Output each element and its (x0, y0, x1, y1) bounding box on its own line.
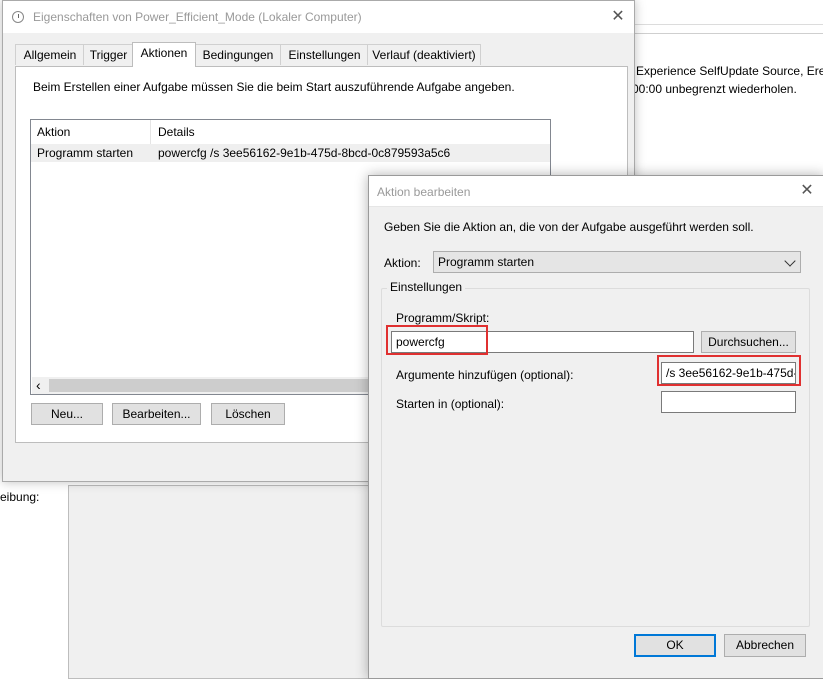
edit-dialog-title: Aktion bearbeiten (377, 185, 471, 199)
background-separator (633, 33, 823, 34)
start-in-label: Starten in (optional): (396, 397, 505, 411)
close-icon[interactable]: ✕ (799, 183, 815, 199)
title-bar: Eigenschaften von Power_Efficient_Mode (… (3, 1, 634, 33)
row-action-cell: Programm starten (37, 146, 134, 160)
tab-settings[interactable]: Einstellungen (280, 44, 369, 65)
start-in-input[interactable] (661, 391, 796, 413)
row-details-cell: powercfg /s 3ee56162-9e1b-475d-8bcd-0c87… (158, 146, 451, 160)
browse-button[interactable]: Durchsuchen... (701, 331, 796, 353)
background-text-line-2: 00:00 unbegrenzt wiederholen. (632, 82, 797, 96)
tab-conditions[interactable]: Bedingungen (194, 44, 282, 65)
delete-button[interactable]: Löschen (211, 403, 285, 425)
scroll-left-arrow-icon[interactable]: ‹ (36, 377, 41, 394)
edit-button[interactable]: Bearbeiten... (112, 403, 201, 425)
column-header-details[interactable]: Details (152, 120, 550, 144)
ok-button[interactable]: OK (634, 634, 716, 657)
action-label: Aktion: (384, 256, 421, 270)
cancel-button[interactable]: Abbrechen (724, 634, 806, 657)
close-icon[interactable]: ✕ (610, 9, 626, 25)
actions-instruction: Beim Erstellen einer Aufgabe müssen Sie … (33, 80, 515, 94)
background-text-line-1: Experience SelfUpdate Source, Ereig (636, 64, 823, 78)
edit-instruction: Geben Sie die Aktion an, die von der Auf… (384, 220, 754, 234)
tab-trigger[interactable]: Trigger (83, 44, 134, 65)
new-button[interactable]: Neu... (31, 403, 103, 425)
background-title-bar (633, 0, 823, 25)
description-label: eibung: (0, 490, 40, 504)
arguments-highlight-box (657, 355, 801, 386)
dialog-title: Eigenschaften von Power_Efficient_Mode (… (33, 10, 362, 24)
scrollbar-thumb[interactable] (49, 379, 369, 392)
action-select[interactable]: Programm starten (433, 251, 801, 273)
arguments-label: Argumente hinzufügen (optional): (396, 368, 574, 382)
edit-title-bar: Aktion bearbeiten ✕ (369, 176, 823, 206)
program-highlight-box (386, 325, 488, 355)
settings-legend: Einstellungen (387, 280, 466, 294)
tab-general[interactable]: Allgemein (15, 44, 85, 65)
column-header-action[interactable]: Aktion (31, 120, 151, 144)
edit-action-dialog: Aktion bearbeiten ✕ Geben Sie die Aktion… (368, 175, 823, 679)
list-header: Aktion Details (31, 120, 550, 145)
clock-icon (12, 11, 24, 23)
tab-history[interactable]: Verlauf (deaktiviert) (367, 44, 481, 65)
program-label: Programm/Skript: (396, 311, 490, 325)
action-select-value: Programm starten (438, 255, 535, 269)
table-row[interactable]: Programm starten powercfg /s 3ee56162-9e… (31, 144, 550, 162)
title-separator (369, 206, 823, 207)
chevron-down-icon (784, 255, 796, 267)
tab-actions[interactable]: Aktionen (132, 42, 196, 67)
